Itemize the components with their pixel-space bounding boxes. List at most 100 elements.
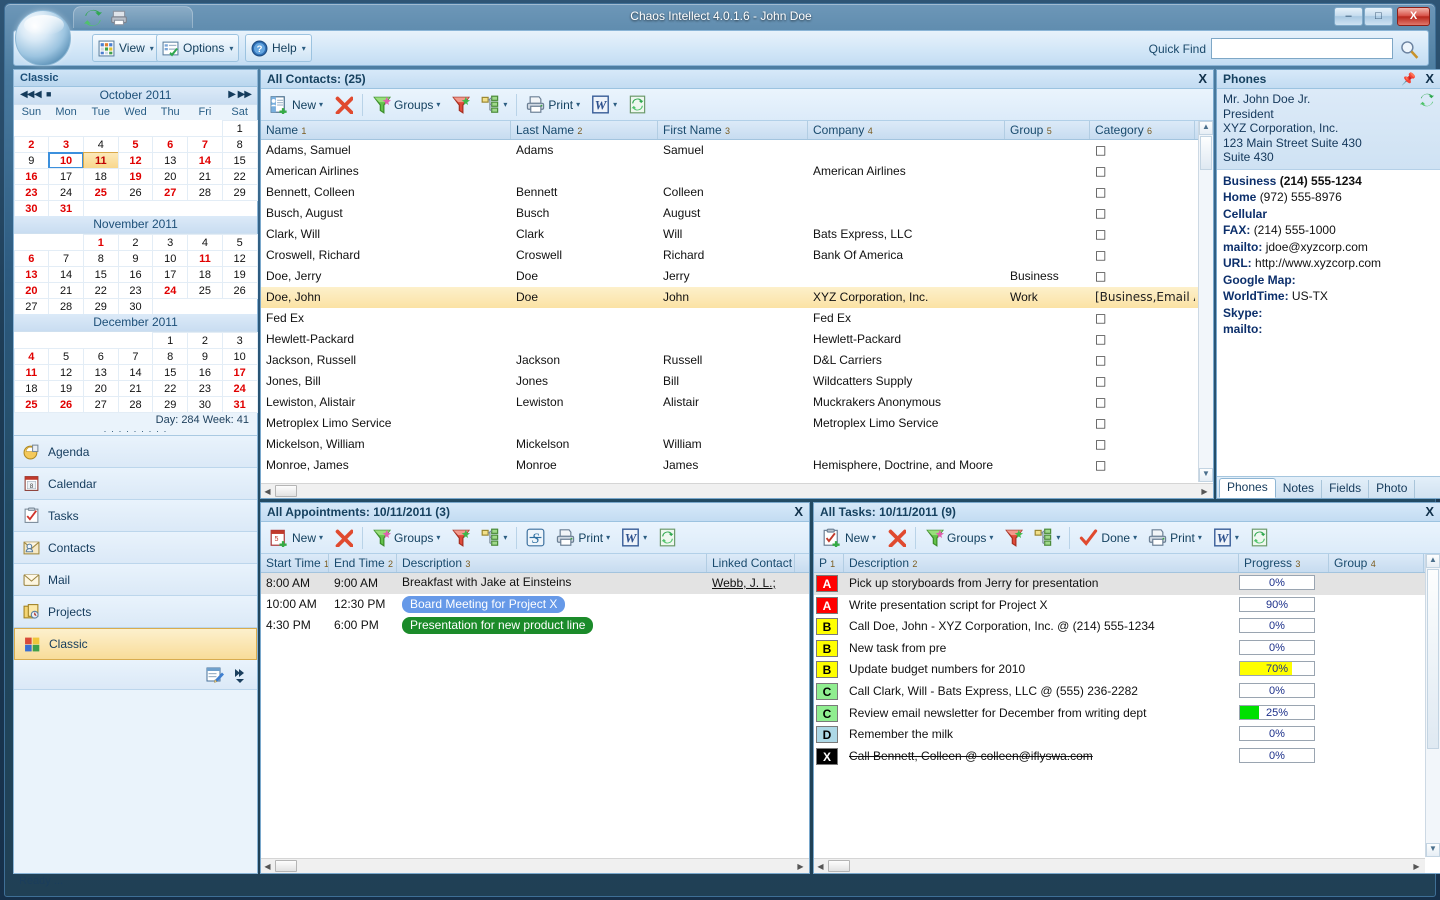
table-row[interactable]: Busch, August Busch August □ [261,203,1213,224]
word-button[interactable]: W ▾ [616,525,652,551]
pin-icon[interactable]: 📌 [1401,72,1416,86]
calendar-day[interactable]: 1 [152,331,189,349]
tab-photo[interactable]: Photo [1369,480,1416,498]
calendar-first-button[interactable]: ◀◀ [20,89,34,100]
scroll-right-icon[interactable]: ▶ [1198,487,1211,496]
calendar-day[interactable]: 6 [152,135,189,153]
table-row[interactable]: Jones, Bill Jones Bill Wildcatters Supply □ [261,371,1213,392]
word-button[interactable]: W ▾ [1208,525,1244,551]
table-row[interactable]: A Write presentation script for Project X… [814,595,1440,617]
calendar-day[interactable]: 9 [117,249,154,267]
calendar-day[interactable]: 18 [13,379,50,397]
scroll-right-icon[interactable]: ▶ [794,862,807,871]
sidebar-item-agenda[interactable]: Agenda [14,436,257,468]
table-row[interactable]: A Pick up storyboards from Jerry for pres… [814,573,1440,595]
table-row[interactable]: C Review email newsletter for December fr… [814,703,1440,725]
calendar-day[interactable]: 19 [117,167,154,185]
calendar-day[interactable]: 13 [82,363,119,381]
calendar-day[interactable]: 7 [48,249,84,267]
sidebar-item-classic[interactable]: Classic [14,628,257,660]
calendar-day[interactable]: 12 [221,249,258,267]
calendar-day[interactable]: 17 [152,265,189,283]
chevron-down-icon[interactable]: ▾ [503,533,507,542]
groups-button[interactable]: Groups ▾ [367,525,445,551]
done-button[interactable]: Done ▾ [1074,525,1142,551]
calendar-day[interactable]: 21 [187,167,223,185]
contacts-vscrollbar[interactable]: ▲ ▼ [1198,121,1213,482]
refresh-button[interactable] [1245,525,1274,551]
close-button[interactable]: X [1397,7,1430,26]
calendar-day[interactable]: 16 [187,363,223,381]
calendar-day[interactable]: 30 [187,395,223,413]
phone-entry[interactable]: Cellular [1223,206,1434,223]
table-row[interactable]: B New task from pre 0% [814,638,1440,660]
column-header-last-name[interactable]: Last Name 2 [511,121,658,139]
calendar-day[interactable]: 29 [221,183,258,201]
calendar-day[interactable]: 23 [117,281,154,299]
column-header-description[interactable]: Description 3 [397,554,707,572]
calendar-day[interactable]: 22 [221,167,258,185]
chevron-down-icon[interactable]: ▾ [1133,533,1137,542]
calendar-day[interactable]: 13 [152,151,189,169]
table-row[interactable]: Mickelson, William Mickelson William □ [261,434,1213,455]
calendar-day[interactable]: 11 [187,249,223,267]
calendar-day[interactable]: 8 [152,347,189,365]
calendar-day[interactable]: 12 [117,151,154,169]
close-icon[interactable]: X [1198,71,1207,86]
calendar-day[interactable]: 27 [152,183,189,201]
maximize-button[interactable]: □ [1364,7,1393,26]
print-button[interactable]: Print ▾ [551,525,615,551]
new-button[interactable]: New ▾ [818,525,881,551]
table-row[interactable]: Croswell, Richard Croswell Richard Bank Of … [261,245,1213,266]
strike-s-button[interactable]: S [521,525,550,551]
calendar-day[interactable]: 17 [221,363,258,381]
calendar-day[interactable]: 19 [48,379,84,397]
calendar-day[interactable]: 25 [82,183,119,201]
calendar-day[interactable]: 28 [48,297,84,315]
chevron-down-icon[interactable]: ▾ [1056,533,1060,542]
calendar-day[interactable]: 20 [13,281,50,299]
column-header-group[interactable]: Group 4 [1329,554,1424,572]
app-orb-button[interactable] [15,10,71,66]
scroll-down-icon[interactable]: ▼ [1199,468,1213,482]
calendar-day[interactable]: 2 [117,233,154,251]
calendar-day[interactable]: 17 [48,167,84,185]
refresh-button[interactable] [623,92,652,118]
calendar-day[interactable]: 11 [82,151,119,169]
tree-button[interactable]: ▾ [476,525,512,551]
sidebar-item-tasks[interactable]: Tasks [14,500,257,532]
splitter-grip[interactable]: · · · · · · · · · [14,426,257,436]
column-header-progress[interactable]: Progress 3 [1239,554,1329,572]
calendar-day[interactable]: 5 [48,347,84,365]
calendar-day[interactable]: 7 [117,347,154,365]
calendar-day[interactable]: 23 [13,183,50,201]
calendar-day[interactable]: 30 [117,297,154,315]
calendar-day[interactable]: 27 [82,395,119,413]
new-button[interactable]: 5 New ▾ [265,525,328,551]
scroll-thumb[interactable] [1200,136,1212,170]
calendar-day[interactable]: 4 [82,135,119,153]
help-button[interactable]: ? Help ▾ [245,34,312,62]
calendar-day[interactable]: 20 [152,167,189,185]
calendar-prev-button[interactable]: ◀ [34,89,42,100]
calendar-day[interactable]: 23 [187,379,223,397]
table-row[interactable]: American Airlines American Airlines □ [261,161,1213,182]
sidebar-item-mail[interactable]: Mail [14,564,257,596]
calendar-day[interactable]: 4 [13,347,50,365]
delete-x-button[interactable] [882,525,911,551]
scroll-thumb[interactable] [275,485,297,497]
scroll-up-icon[interactable]: ▲ [1199,121,1213,135]
chevron-down-icon[interactable]: ▾ [613,100,617,109]
tree-button[interactable]: ▾ [476,92,512,118]
calendar-day[interactable]: 15 [221,151,258,169]
sync-icon[interactable] [1420,93,1434,107]
minimize-button[interactable]: – [1334,7,1363,26]
calendar-day[interactable]: 25 [187,281,223,299]
table-row[interactable]: Fed Ex Fed Ex □ [261,308,1213,329]
filter-funnel-button[interactable] [446,525,475,551]
calendar-day[interactable]: 7 [187,135,223,153]
view-button[interactable]: View ▾ [92,34,160,62]
calendar-day[interactable]: 15 [82,265,119,283]
tab-notes[interactable]: Notes [1276,480,1323,498]
calendar-day[interactable]: 13 [13,265,50,283]
